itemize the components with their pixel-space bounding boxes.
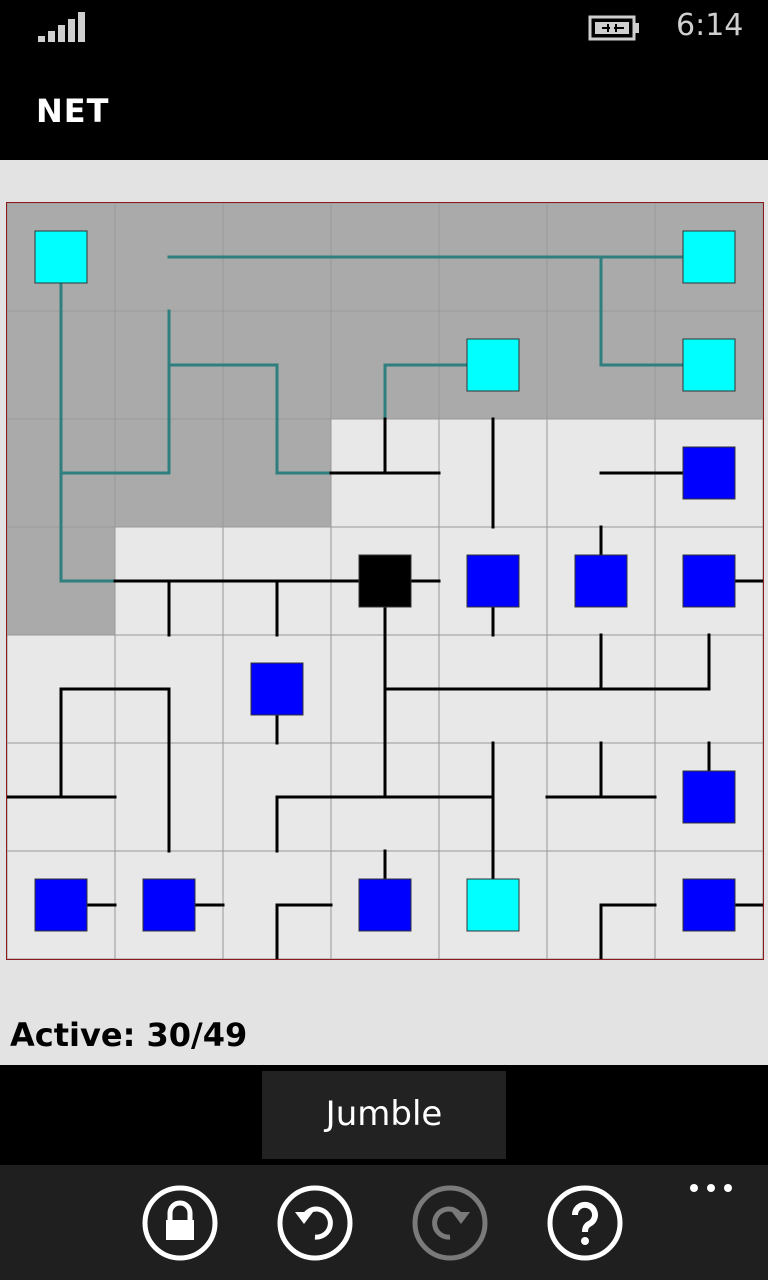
active-count: Active: 30/49 xyxy=(10,1016,248,1054)
lock-icon[interactable] xyxy=(142,1185,218,1261)
terminal-node xyxy=(34,230,88,284)
more-dots-icon[interactable] xyxy=(688,1179,734,1197)
redo-icon[interactable] xyxy=(412,1185,488,1261)
battery-charging-icon xyxy=(588,15,639,41)
terminal-node xyxy=(466,554,520,608)
app-bar xyxy=(0,1165,768,1280)
undo-icon[interactable] xyxy=(277,1185,353,1261)
terminal-node xyxy=(682,770,736,824)
terminal-node xyxy=(142,878,196,932)
status-bar: 6:14 xyxy=(0,0,768,58)
jumble-button[interactable]: Jumble xyxy=(262,1071,506,1159)
signal-bars-icon xyxy=(38,12,85,42)
terminal-node xyxy=(466,338,520,392)
terminal-node xyxy=(682,878,736,932)
terminal-node xyxy=(682,446,736,500)
title-bar: NET xyxy=(0,58,768,160)
terminal-node xyxy=(682,554,736,608)
game-board-grid[interactable] xyxy=(7,203,763,959)
terminal-node xyxy=(358,878,412,932)
server-node xyxy=(358,554,412,608)
game-board[interactable] xyxy=(6,202,764,960)
terminal-node xyxy=(34,878,88,932)
help-icon[interactable] xyxy=(547,1185,623,1261)
terminal-node xyxy=(682,230,736,284)
terminal-node xyxy=(250,662,304,716)
app-title: NET xyxy=(36,92,110,130)
terminal-node xyxy=(574,554,628,608)
terminal-node xyxy=(682,338,736,392)
clock: 6:14 xyxy=(676,8,744,43)
terminal-node xyxy=(466,878,520,932)
